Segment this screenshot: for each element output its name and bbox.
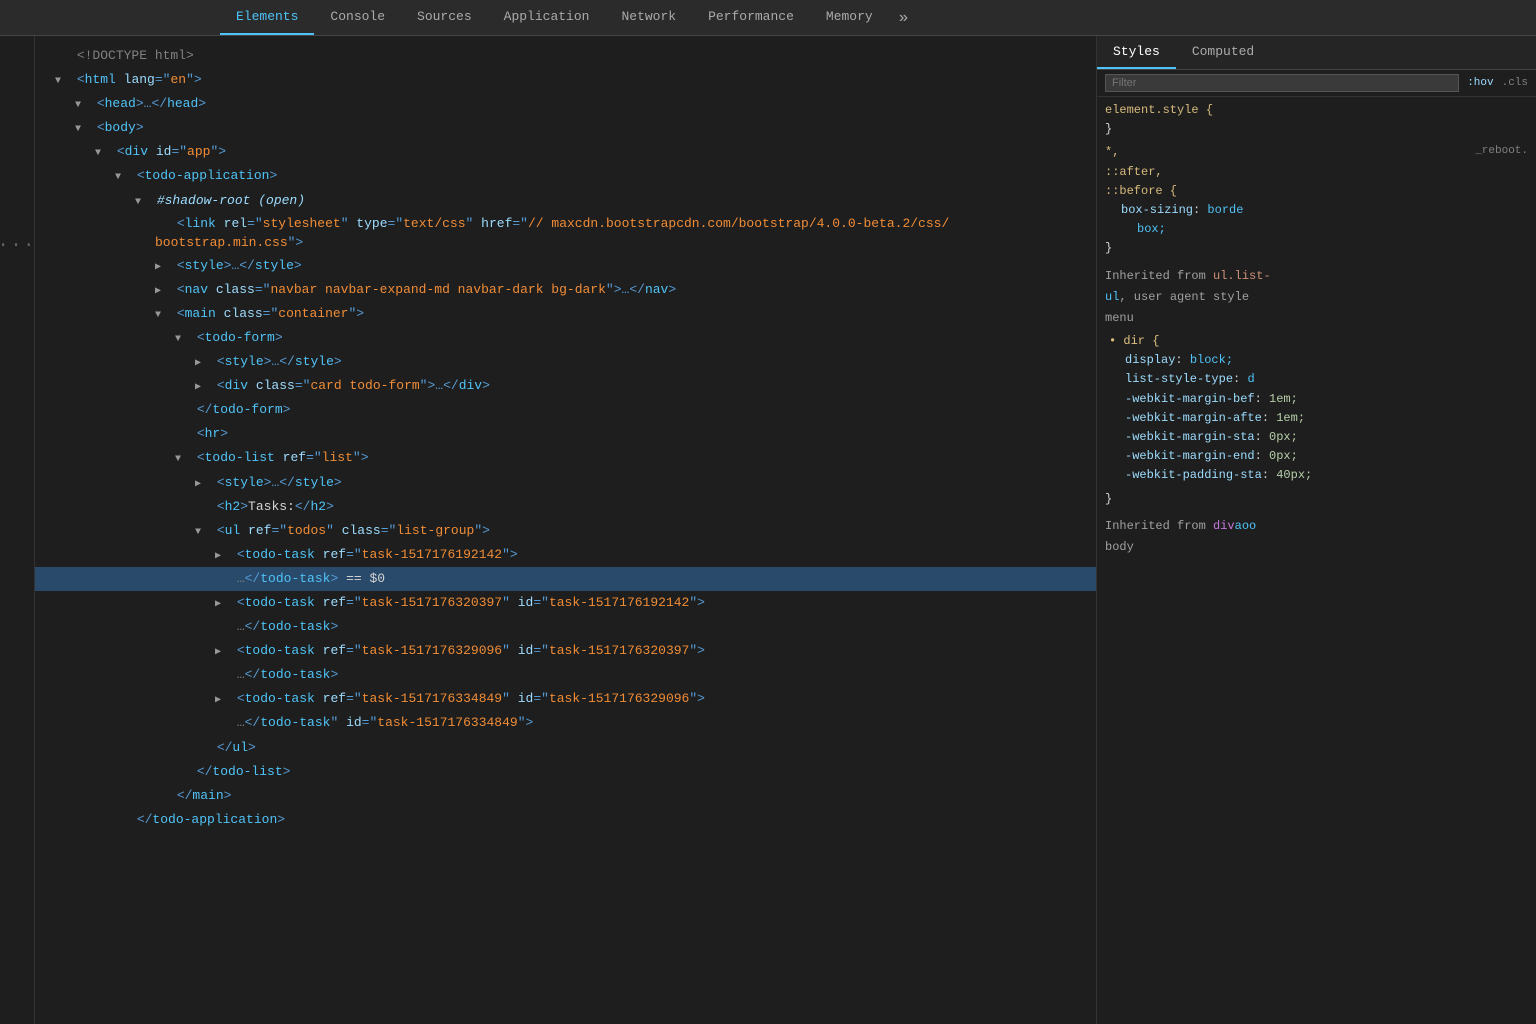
task2-line[interactable]: <todo-task ref="task-1517176320397" id="… — [35, 591, 1096, 615]
inherited-ul-section: Inherited from ul.list- ul, user agent s… — [1105, 267, 1528, 509]
body-tag-line[interactable]: <body> — [35, 116, 1096, 140]
main-line[interactable]: <main class="container"> — [35, 302, 1096, 326]
head-tag-line[interactable]: <head>…</head> — [35, 92, 1096, 116]
arrow-html[interactable] — [55, 73, 69, 90]
todo-list-line[interactable]: <todo-list ref="list"> — [35, 446, 1096, 470]
task2-close-line: …</todo-task> — [35, 615, 1096, 639]
arrow-style2[interactable] — [195, 355, 209, 372]
tab-computed[interactable]: Computed — [1176, 36, 1270, 69]
left-sidebar: ··· — [0, 36, 35, 1024]
style-2-line[interactable]: <style>…</style> — [35, 350, 1096, 374]
arrow-div-app[interactable] — [95, 145, 109, 162]
tab-memory[interactable]: Memory — [810, 0, 889, 35]
link-tag-line[interactable]: <link rel="stylesheet" type="text/css" h… — [35, 213, 1096, 254]
arrow-shadow[interactable] — [135, 194, 149, 211]
arrow-todo-form[interactable] — [175, 331, 189, 348]
div-app-line[interactable]: <div id="app"> — [35, 140, 1096, 164]
filter-bar: :hov .cls — [1097, 70, 1536, 97]
todo-list-close: </todo-list> — [35, 760, 1096, 784]
element-style-rule: element.style { } — [1105, 101, 1528, 139]
universal-rule: *, _reboot. ::after, ::before { box-sizi… — [1105, 143, 1528, 258]
arrow-task3[interactable] — [215, 644, 229, 661]
sidebar-dots: ··· — [0, 236, 36, 256]
arrow-div-card[interactable] — [195, 379, 209, 396]
tab-computed-label: Computed — [1192, 44, 1254, 59]
tab-elements[interactable]: Elements — [220, 0, 314, 35]
inherited-div-section: Inherited from divaoo body — [1105, 517, 1528, 557]
task3-close-line: …</todo-task> — [35, 663, 1096, 687]
arrow-main[interactable] — [155, 307, 169, 324]
html-tag-line[interactable]: <html lang="en"> — [35, 68, 1096, 92]
task1-open-line[interactable]: <todo-task ref="task-1517176192142"> — [35, 543, 1096, 567]
h2-line: <h2>Tasks:</h2> — [35, 495, 1096, 519]
arrow-task2[interactable] — [215, 596, 229, 613]
arrow-body[interactable] — [75, 121, 89, 138]
hr-line: <hr> — [35, 422, 1096, 446]
devtools-window: Elements Console Sources Application Net… — [0, 0, 1536, 1024]
task1-close-line[interactable]: …</todo-task> == $0 — [35, 567, 1096, 591]
doctype-line: <!DOCTYPE html> — [35, 44, 1096, 68]
todo-form-line[interactable]: <todo-form> — [35, 326, 1096, 350]
arrow-task4[interactable] — [215, 692, 229, 709]
tab-application-label: Application — [504, 9, 590, 24]
arrow-style3[interactable] — [195, 476, 209, 493]
tab-elements-label: Elements — [236, 9, 298, 24]
arrow-nav[interactable] — [155, 283, 169, 300]
main-close: </main> — [35, 784, 1096, 808]
style-filter-input[interactable] — [1105, 74, 1459, 92]
html-panel[interactable]: <!DOCTYPE html> <html lang="en"> <head>…… — [35, 36, 1096, 1024]
right-panel: Styles Computed :hov .cls element.style … — [1096, 36, 1536, 1024]
tab-performance-label: Performance — [708, 9, 794, 24]
ul-close-line: </ul> — [35, 736, 1096, 760]
tab-console[interactable]: Console — [314, 0, 401, 35]
tab-console-label: Console — [330, 9, 385, 24]
arrow-head[interactable] — [75, 97, 89, 114]
main-content: ··· <!DOCTYPE html> <html lang="en"> <he… — [0, 36, 1536, 1024]
todo-form-close: </todo-form> — [35, 398, 1096, 422]
arrow-todo-list[interactable] — [175, 451, 189, 468]
tab-memory-label: Memory — [826, 9, 873, 24]
right-tab-bar: Styles Computed — [1097, 36, 1536, 70]
style-3-line[interactable]: <style>…</style> — [35, 471, 1096, 495]
nav-line[interactable]: <nav class="navbar navbar-expand-md navb… — [35, 278, 1096, 302]
task4-close-line: …</todo-task" id="task-1517176334849"> — [35, 711, 1096, 735]
tab-sources[interactable]: Sources — [401, 0, 488, 35]
arrow-ul[interactable] — [195, 524, 209, 541]
style-1-line[interactable]: <style>…</style> — [35, 254, 1096, 278]
arrow-task1[interactable] — [215, 548, 229, 565]
devtools-tab-bar: Elements Console Sources Application Net… — [0, 0, 1536, 36]
tab-application[interactable]: Application — [488, 0, 606, 35]
tab-sources-label: Sources — [417, 9, 472, 24]
tab-network[interactable]: Network — [605, 0, 692, 35]
tab-network-label: Network — [621, 9, 676, 24]
hov-button[interactable]: :hov — [1467, 77, 1493, 89]
tab-performance[interactable]: Performance — [692, 0, 810, 35]
todo-application-line[interactable]: <todo-application> — [35, 164, 1096, 188]
styles-panel[interactable]: element.style { } *, _reboot. ::after, :… — [1097, 97, 1536, 1024]
tab-more-button[interactable]: » — [889, 5, 919, 31]
cls-button[interactable]: .cls — [1502, 77, 1528, 89]
task4-line[interactable]: <todo-task ref="task-1517176334849" id="… — [35, 687, 1096, 711]
arrow-style1[interactable] — [155, 259, 169, 276]
div-card-line[interactable]: <div class="card todo-form">…</div> — [35, 374, 1096, 398]
shadow-root-line[interactable]: #shadow-root (open) — [35, 189, 1096, 213]
ul-line[interactable]: <ul ref="todos" class="list-group"> — [35, 519, 1096, 543]
todo-app-close: </todo-application> — [35, 808, 1096, 832]
arrow-todo-app[interactable] — [115, 169, 129, 186]
tab-styles-label: Styles — [1113, 44, 1160, 59]
tab-styles[interactable]: Styles — [1097, 36, 1176, 69]
task3-line[interactable]: <todo-task ref="task-1517176329096" id="… — [35, 639, 1096, 663]
